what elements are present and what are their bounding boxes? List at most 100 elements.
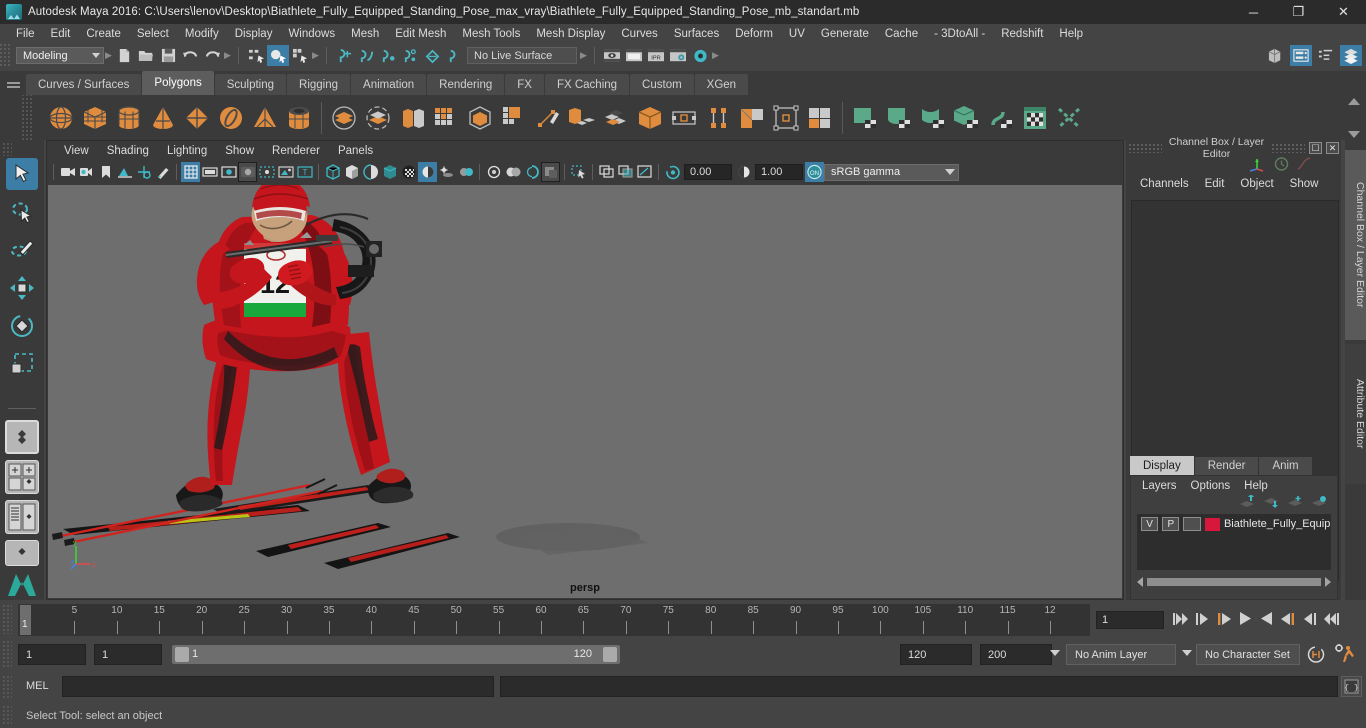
color-management-selector[interactable]: sRGB gamma (824, 163, 959, 181)
move-layer-down-icon[interactable] (1263, 495, 1279, 512)
polygon-cylinder-icon[interactable] (112, 99, 146, 136)
polygon-boolean-union-icon[interactable] (327, 99, 361, 136)
multisample-icon[interactable] (484, 162, 503, 182)
wireframe-icon[interactable] (323, 162, 342, 182)
side-tab-attribute-editor[interactable]: Attribute Editor (1345, 344, 1366, 484)
menu-help[interactable]: Help (1051, 26, 1091, 42)
polygon-extrude-icon[interactable] (565, 99, 599, 136)
depth-of-field-icon[interactable] (503, 162, 522, 182)
menu-edit[interactable]: Edit (43, 26, 79, 42)
viewport-menu-shading[interactable]: Shading (98, 144, 158, 158)
range-start-time-field[interactable]: 1 (94, 644, 162, 665)
menu-3dtoall[interactable]: - 3DtoAll - (926, 26, 993, 42)
menu-windows[interactable]: Windows (280, 26, 343, 42)
uv-spherical-icon[interactable] (916, 99, 950, 136)
show-hide-channel-box-icon[interactable] (1340, 45, 1362, 66)
command-input-field[interactable] (62, 676, 494, 697)
persp-graph-layout-button[interactable] (5, 540, 39, 566)
step-back-key-icon[interactable] (1195, 612, 1210, 629)
layer-name[interactable]: Biathlete_Fully_Equipp (1224, 518, 1331, 530)
new-layer-from-selected-icon[interactable] (1311, 495, 1327, 512)
polygon-mirror-icon[interactable] (463, 99, 497, 136)
section-collapse-arrow-4[interactable]: ▶ (579, 47, 588, 64)
select-camera-icon[interactable] (58, 162, 77, 182)
polygon-wedge-icon[interactable] (769, 99, 803, 136)
film-gate-icon[interactable] (200, 162, 219, 182)
layer-list[interactable]: V P Biathlete_Fully_Equipp (1137, 514, 1331, 570)
shelf-tab-sculpting[interactable]: Sculpting (214, 74, 287, 95)
open-scene-icon[interactable] (135, 45, 157, 66)
polygon-pipe-icon[interactable] (282, 99, 316, 136)
viewport-menu-renderer[interactable]: Renderer (263, 144, 329, 158)
screen-space-ao-icon[interactable] (437, 162, 456, 182)
help-line-grip[interactable] (2, 705, 12, 725)
polygon-pyramid-icon[interactable] (248, 99, 282, 136)
shelf-scroll-up-icon[interactable] (1348, 98, 1360, 105)
range-slider-grip[interactable] (2, 640, 12, 668)
shelf-tab-rendering[interactable]: Rendering (427, 74, 505, 95)
gamma-field[interactable]: 1.00 (755, 164, 803, 180)
menu-mesh-tools[interactable]: Mesh Tools (454, 26, 528, 42)
single-perspective-layout-button[interactable] (5, 420, 39, 454)
menu-generate[interactable]: Generate (813, 26, 877, 42)
shelf-tab-fx[interactable]: FX (505, 74, 544, 95)
menu-redshift[interactable]: Redshift (993, 26, 1051, 42)
scroll-thumb[interactable] (1147, 578, 1321, 586)
menu-surfaces[interactable]: Surfaces (666, 26, 727, 42)
image-plane-icon[interactable] (115, 162, 134, 182)
ipr-render-icon[interactable]: IPR (645, 45, 667, 66)
layer-color-swatch[interactable] (1204, 517, 1220, 531)
go-to-end-icon[interactable] (1323, 612, 1340, 629)
menu-select[interactable]: Select (129, 26, 177, 42)
xray-icon[interactable] (276, 162, 295, 182)
render-settings-icon[interactable] (667, 45, 689, 66)
xray-joints-icon[interactable] (541, 162, 560, 182)
smooth-shade-icon[interactable] (342, 162, 361, 182)
shaded-wireframe-icon[interactable] (361, 162, 380, 182)
animation-start-time-field[interactable]: 1 (18, 644, 86, 665)
move-tool-button[interactable] (6, 272, 38, 304)
panel-grip-right[interactable] (1271, 143, 1305, 153)
menu-create[interactable]: Create (78, 26, 129, 42)
snap-projected-center-icon[interactable] (399, 45, 421, 66)
layer-row[interactable]: V P Biathlete_Fully_Equipp (1137, 514, 1331, 532)
panel-grip-left[interactable] (1128, 143, 1162, 153)
layer-menu-layers[interactable]: Layers (1135, 479, 1184, 493)
menu-modify[interactable]: Modify (177, 26, 227, 42)
polygon-bevel-icon[interactable] (599, 99, 633, 136)
isolate-select-icon[interactable] (522, 162, 541, 182)
layer-tab-render[interactable]: Render (1194, 457, 1259, 475)
snap-point-icon[interactable] (377, 45, 399, 66)
shelf-tab-custom[interactable]: Custom (630, 74, 694, 95)
undo-icon[interactable] (179, 45, 201, 66)
new-scene-icon[interactable] (113, 45, 135, 66)
menu-mesh[interactable]: Mesh (343, 26, 387, 42)
live-surface-field[interactable]: No Live Surface (467, 47, 577, 64)
uv-automatic-icon[interactable] (950, 99, 984, 136)
layer-tab-anim[interactable]: Anim (1259, 457, 1312, 475)
section-collapse-arrow[interactable]: ▶ (104, 47, 113, 64)
hide-display-icon[interactable] (616, 162, 635, 182)
polygon-torus-icon[interactable] (214, 99, 248, 136)
menu-uv[interactable]: UV (781, 26, 813, 42)
auto-keyframe-icon[interactable] (1306, 645, 1326, 667)
polygon-boolean-difference-icon[interactable] (361, 99, 395, 136)
channel-box-menu-channels[interactable]: Channels (1132, 177, 1197, 191)
select-tool-button[interactable] (6, 158, 38, 190)
uv-unfold-icon[interactable] (984, 99, 1018, 136)
select-component-icon[interactable] (289, 45, 311, 66)
polygon-sphere-icon[interactable] (44, 99, 78, 136)
shelf-scroll-buttons[interactable] (1346, 98, 1362, 138)
show-hide-tool-settings-icon[interactable] (1315, 45, 1337, 66)
shelf-tab-polygons[interactable]: Polygons (142, 71, 214, 95)
make-live-icon[interactable] (443, 45, 465, 66)
snap-grid-icon[interactable] (333, 45, 355, 66)
layer-list-horizontal-scrollbar[interactable] (1137, 576, 1331, 588)
layer-shading-toggle[interactable] (1183, 517, 1201, 531)
step-forward-frame-icon[interactable] (1280, 612, 1296, 629)
uv-cut-icon[interactable] (1052, 99, 1086, 136)
resolution-gate-icon[interactable] (219, 162, 238, 182)
layer-menu-options[interactable]: Options (1184, 479, 1238, 493)
section-collapse-arrow-3[interactable]: ▶ (311, 47, 320, 64)
new-layer-icon[interactable] (1287, 495, 1303, 512)
